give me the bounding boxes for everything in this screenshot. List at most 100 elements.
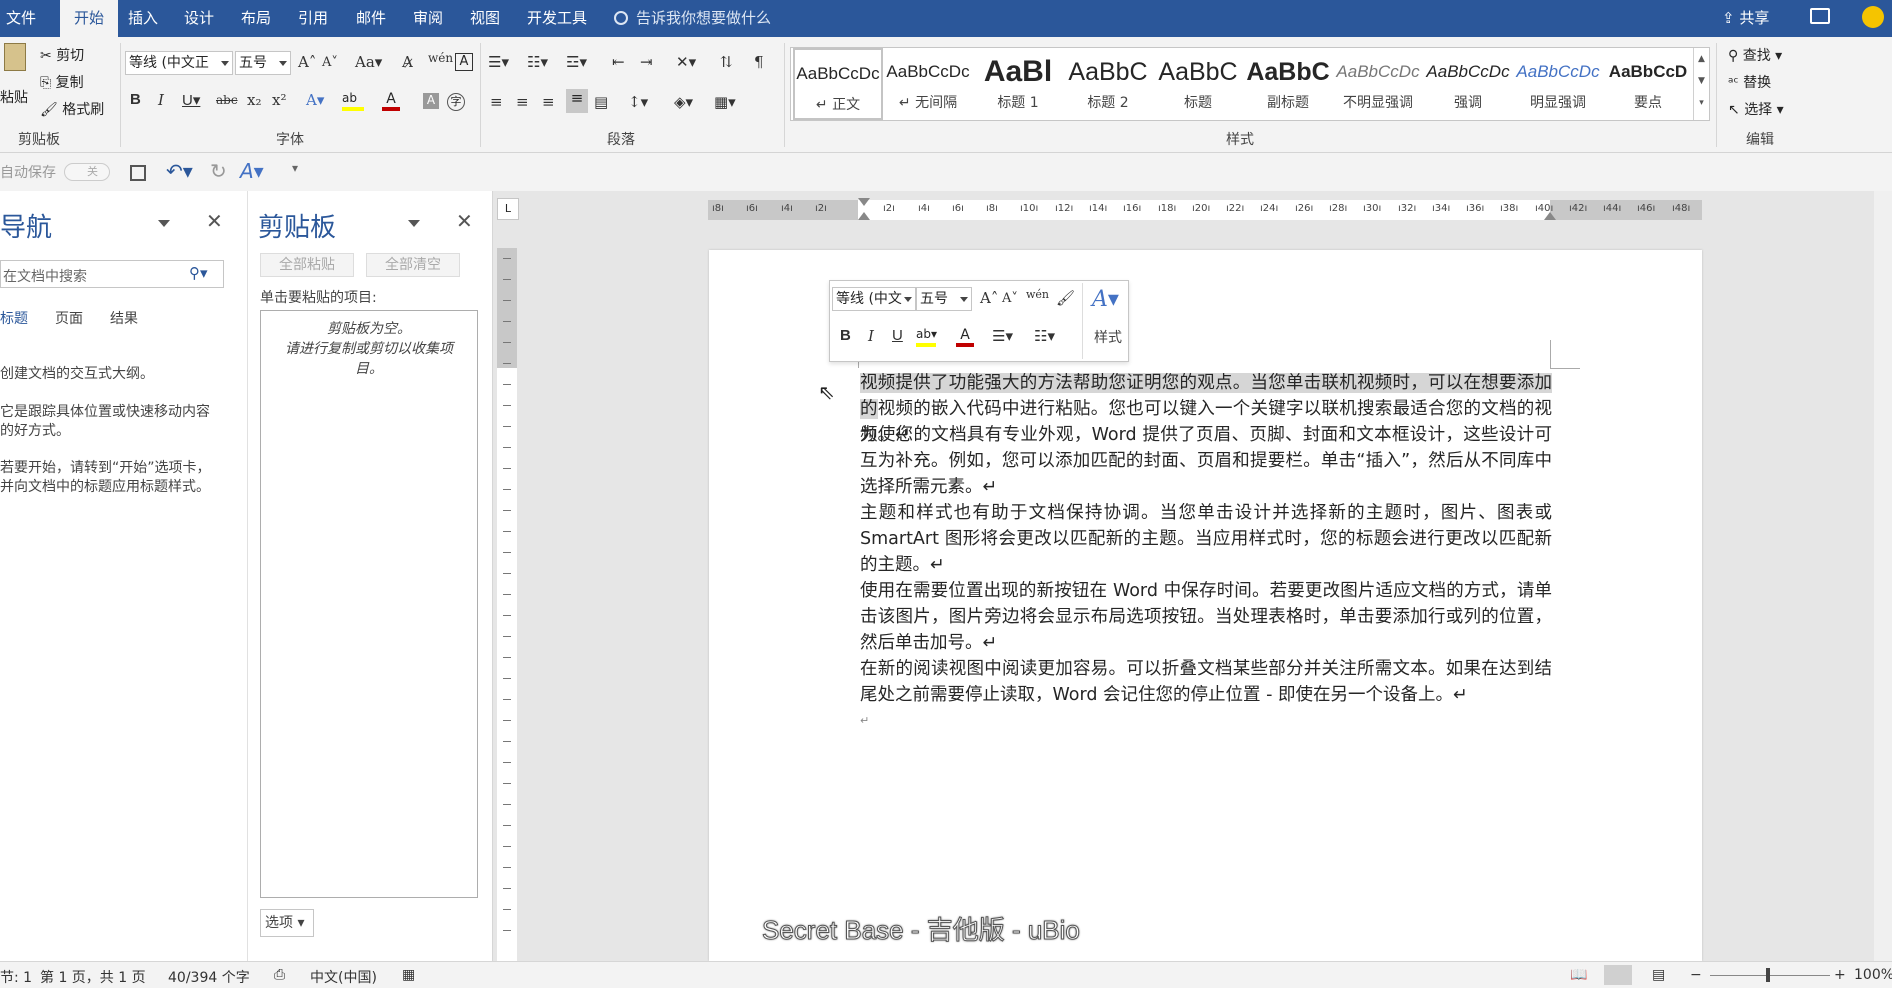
tab-file[interactable]: 文件 — [6, 0, 54, 37]
chinese-layout-icon[interactable]: ✕▾ — [676, 53, 696, 71]
style-strong[interactable]: AaBbCcD 要点 — [1603, 48, 1693, 120]
clipboard-items-list[interactable]: 剪贴板为空。 请进行复制或剪切以收集项 目。 — [260, 310, 478, 898]
justify-icon[interactable]: ≡ — [566, 89, 588, 113]
tab-selector[interactable]: L — [497, 198, 519, 220]
copy-button[interactable]: ⎘ 复制 — [40, 72, 84, 92]
font-name-combo[interactable]: 等线 (中文正 — [125, 51, 233, 75]
close-icon[interactable]: ✕ — [206, 209, 223, 233]
char-border-icon[interactable]: A — [455, 53, 473, 71]
left-indent-marker[interactable] — [858, 212, 870, 220]
share-button[interactable]: ⇪ 共享 — [1722, 0, 1769, 37]
clear-all-button[interactable]: 全部清空 — [366, 253, 460, 277]
document-paragraph[interactable]: 在新的阅读视图中阅读更加容易。可以折叠文档某些部分并关注所需文本。如果在达到结尾… — [860, 656, 1552, 708]
save-icon[interactable] — [130, 165, 146, 181]
format-painter-button[interactable]: 🖌 格式刷 — [40, 99, 104, 119]
line-spacing-icon[interactable]: ↕▾ — [628, 93, 648, 111]
sort-icon[interactable]: ⇅ — [720, 53, 733, 71]
mini-font-combo[interactable]: 等线 (中文 — [832, 287, 916, 311]
grow-font-icon[interactable]: A˄ — [298, 53, 316, 71]
right-indent-marker[interactable] — [1544, 212, 1556, 220]
paste-icon[interactable] — [4, 43, 26, 71]
nav-search-input[interactable]: 在文档中搜索 ⚲▾ — [0, 260, 224, 288]
show-marks-icon[interactable]: ¶ — [754, 53, 764, 71]
document-paragraph[interactable]: ↵ — [860, 708, 1552, 734]
gallery-scroll[interactable]: ▲ ▼ ▾ — [1693, 48, 1709, 120]
superscript-icon[interactable]: x² — [272, 91, 286, 109]
styles-icon[interactable]: A▾ — [1092, 287, 1119, 312]
align-right-icon[interactable]: ≡ — [542, 93, 555, 111]
tab-view[interactable]: 视图 — [470, 0, 500, 37]
nav-tab-results[interactable]: 结果 — [110, 308, 138, 328]
zoom-slider-thumb[interactable] — [1766, 968, 1770, 982]
tab-design[interactable]: 设计 — [184, 0, 214, 37]
nav-tab-pages[interactable]: 页面 — [55, 308, 83, 328]
decrease-indent-icon[interactable]: ⇤ — [612, 53, 625, 71]
font-size-combo[interactable]: 五号 — [235, 51, 291, 75]
chevron-down-icon[interactable] — [158, 220, 170, 227]
cut-button[interactable]: ✂ 剪切 — [40, 45, 84, 65]
grow-font-icon[interactable]: A˄ — [980, 289, 998, 307]
align-center-icon[interactable]: ≡ — [516, 93, 529, 111]
distributed-icon[interactable]: ▤ — [594, 93, 608, 111]
italic-icon[interactable]: I — [158, 91, 164, 109]
print-layout-icon[interactable] — [1604, 965, 1632, 985]
customize-qat-icon[interactable]: ▾ — [292, 161, 298, 175]
undo-icon[interactable]: ↶▾ — [166, 159, 193, 183]
tab-developer[interactable]: 开发工具 — [527, 0, 587, 37]
highlight-color-icon[interactable]: ab▾ — [916, 327, 937, 347]
document-paragraph[interactable]: 使用在需要位置出现的新按钮在 Word 中保存时间。若要更改图片适应文档的方式，… — [860, 578, 1552, 656]
style-normal[interactable]: AaBbCcDc ↵ 正文 — [793, 48, 883, 120]
numbering-icon[interactable]: ☷▾ — [1034, 327, 1055, 345]
bold-icon[interactable]: B — [840, 327, 851, 344]
find-button[interactable]: ⚲ 查找 ▾ — [1728, 45, 1782, 65]
style-emphasis[interactable]: AaBbCcDc 强调 — [1423, 48, 1513, 120]
tab-mailings[interactable]: 邮件 — [356, 0, 386, 37]
increase-indent-icon[interactable]: ⇥ — [640, 53, 653, 71]
document-paragraph[interactable]: 主题和样式也有助于文档保持协调。当您单击设计并选择新的主题时，图片、图表或 Sm… — [860, 500, 1552, 578]
document-paragraph[interactable]: 为使您的文档具有专业外观，Word 提供了页眉、页脚、封面和文本框设计，这些设计… — [860, 422, 1552, 500]
style-title[interactable]: AaBbC 标题 — [1153, 48, 1243, 120]
font-color-icon[interactable]: A — [382, 91, 400, 111]
style-no-spacing[interactable]: AaBbCcDc ↵ 无间隔 — [883, 48, 973, 120]
status-section[interactable]: 节: 1 — [0, 967, 32, 987]
first-indent-marker[interactable] — [858, 198, 870, 206]
zoom-level[interactable]: 100% — [1854, 967, 1892, 983]
spelling-icon[interactable]: A▾ — [240, 159, 264, 183]
style-subtitle[interactable]: AaBbC 副标题 — [1243, 48, 1333, 120]
close-icon[interactable]: ✕ — [456, 209, 473, 233]
highlight-color-icon[interactable]: ab — [342, 91, 364, 111]
tab-references[interactable]: 引用 — [298, 0, 328, 37]
redo-icon[interactable]: ↻ — [210, 159, 227, 183]
replace-button[interactable]: ᵃᶜ 替换 — [1728, 72, 1771, 92]
proofing-icon[interactable]: ⎙ — [274, 967, 285, 983]
nav-tab-headings[interactable]: 标题 — [0, 308, 28, 328]
status-language[interactable]: 中文(中国) — [310, 967, 377, 987]
status-word-count[interactable]: 40/394 个字 — [168, 967, 250, 987]
mini-size-combo[interactable]: 五号 — [916, 287, 972, 311]
style-subtle-emphasis[interactable]: AaBbCcDc 不明显强调 — [1333, 48, 1423, 120]
vertical-ruler[interactable] — [497, 248, 517, 961]
phonetic-guide-icon[interactable]: wén — [428, 51, 453, 65]
phonetic-guide-icon[interactable]: wén — [1026, 288, 1049, 301]
tab-home[interactable]: 开始 — [60, 0, 118, 37]
select-button[interactable]: ↖ 选择 ▾ — [1728, 99, 1784, 119]
style-intense-emphasis[interactable]: AaBbCcDc 明显强调 — [1513, 48, 1603, 120]
subscript-icon[interactable]: x₂ — [247, 91, 261, 109]
underline-icon[interactable]: U▾ — [182, 91, 200, 109]
bold-icon[interactable]: B — [130, 91, 141, 108]
tab-layout[interactable]: 布局 — [241, 0, 271, 37]
zoom-out-icon[interactable]: − — [1690, 967, 1702, 983]
comments-icon[interactable] — [1810, 8, 1830, 24]
italic-icon[interactable]: I — [868, 327, 874, 345]
tab-insert[interactable]: 插入 — [128, 0, 158, 37]
align-left-icon[interactable]: ≡ — [490, 93, 503, 111]
bullets-icon[interactable]: ☰▾ — [488, 53, 509, 71]
underline-icon[interactable]: U — [892, 327, 903, 344]
tell-me-search[interactable]: 告诉我你想要做什么 — [614, 0, 771, 37]
tab-review[interactable]: 审阅 — [413, 0, 443, 37]
autosave-toggle[interactable]: 关 — [64, 163, 110, 181]
web-layout-icon[interactable]: ▤ — [1652, 967, 1665, 983]
macro-record-icon[interactable]: ▦ — [402, 967, 415, 983]
numbering-icon[interactable]: ☷▾ — [527, 53, 548, 71]
font-color-icon[interactable]: A — [956, 327, 974, 347]
